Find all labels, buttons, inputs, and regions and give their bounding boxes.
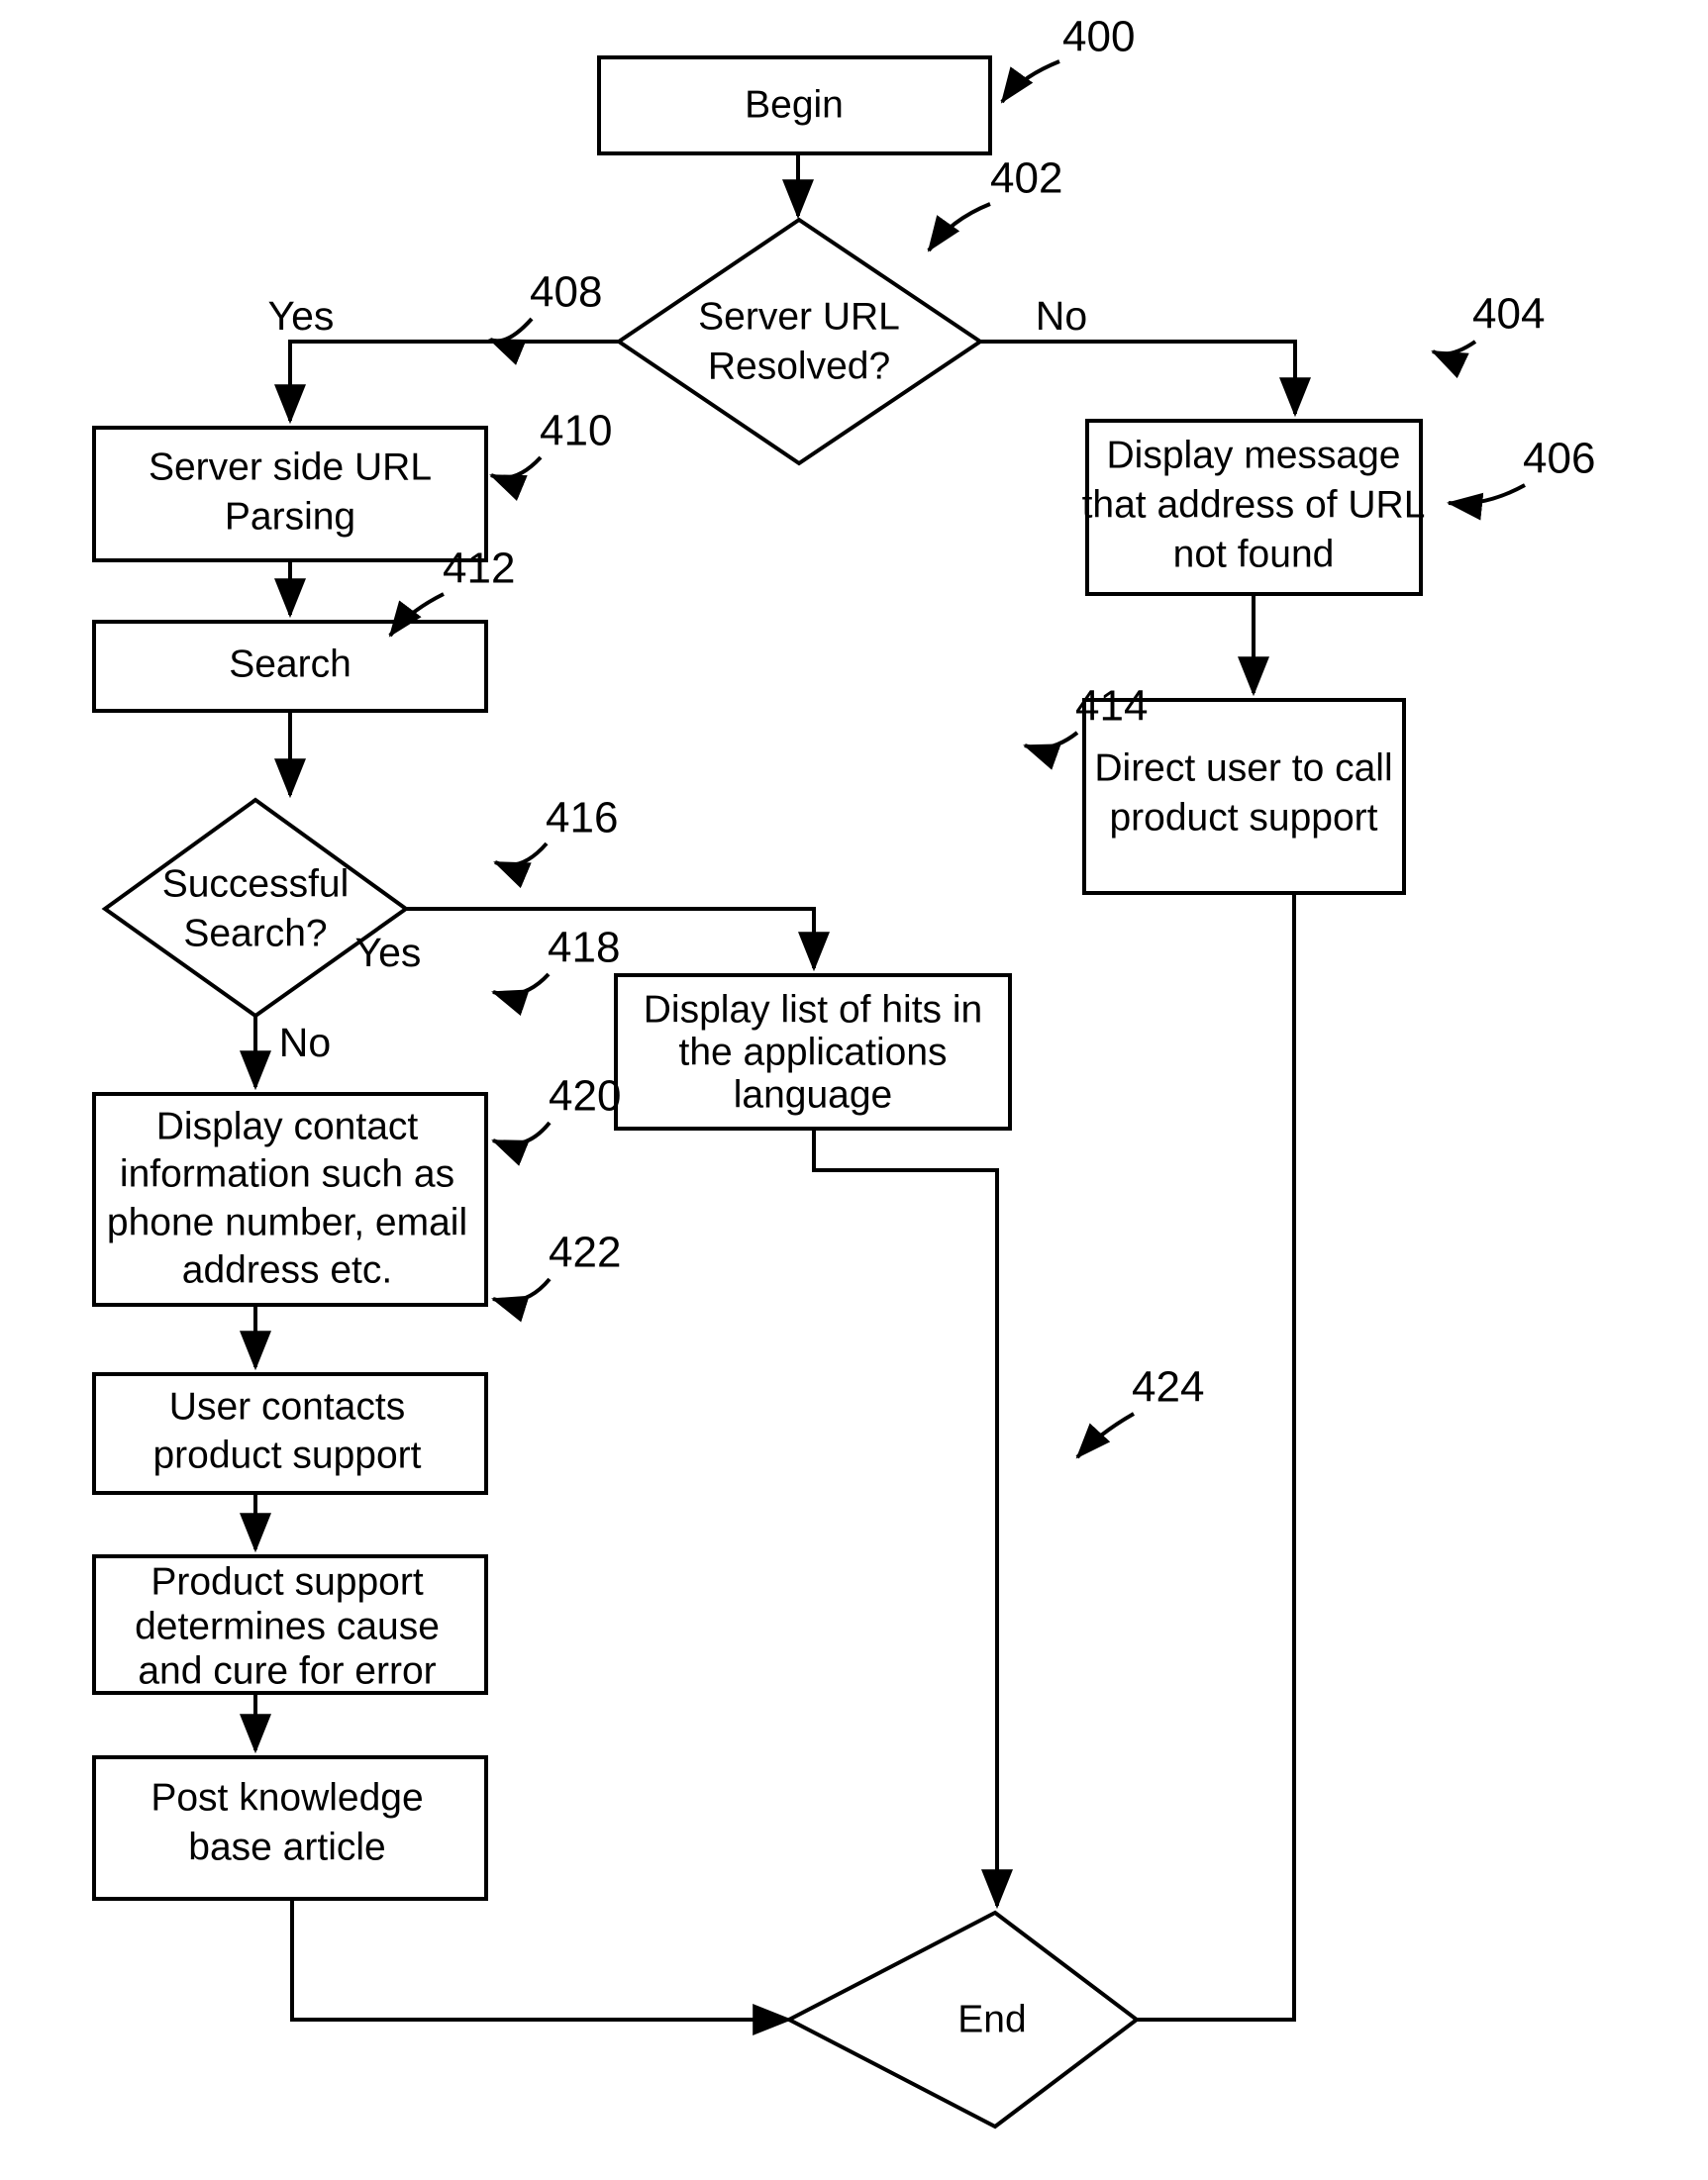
node-display-message-line1: Display message xyxy=(1107,434,1401,476)
node-display-contact-line3: phone number, email xyxy=(107,1201,467,1243)
connector-resolved-no-to-display-message xyxy=(980,340,1311,418)
node-product-support-line2: determines cause xyxy=(135,1605,440,1647)
node-server-url-resolved xyxy=(615,217,984,466)
leader-416 xyxy=(493,842,549,889)
node-server-url-resolved-label-line1: Server URL xyxy=(698,295,900,338)
branch-label-search-no: No xyxy=(279,1020,331,1065)
node-server-side-url-parsing-line2: Parsing xyxy=(225,495,355,538)
node-server-url-resolved-label-line2: Resolved? xyxy=(708,345,890,387)
node-display-contact-line4: address etc. xyxy=(182,1248,392,1291)
reference-numeral-416: 416 xyxy=(546,794,618,842)
reference-numeral-408: 408 xyxy=(530,268,602,317)
leader-410 xyxy=(489,455,543,501)
node-post-kb-line2: base article xyxy=(188,1826,385,1868)
node-display-hits-line2: the applications xyxy=(678,1031,947,1073)
node-successful-search-line1: Successful xyxy=(162,862,350,905)
figure-root: Begin Server URL Resolved? Display messa… xyxy=(0,0,1708,2180)
node-successful-search xyxy=(101,797,410,1019)
reference-numeral-422: 422 xyxy=(549,1229,621,1277)
leader-402 xyxy=(927,202,991,252)
reference-numeral-418: 418 xyxy=(548,924,620,972)
reference-numeral-406: 406 xyxy=(1523,435,1595,483)
node-direct-user-line2: product support xyxy=(1109,796,1377,839)
node-search-label: Search xyxy=(229,643,352,685)
leader-408 xyxy=(488,317,534,365)
node-display-contact-line2: information such as xyxy=(120,1152,454,1195)
leader-422 xyxy=(491,1277,552,1323)
node-display-hits-line1: Display list of hits in xyxy=(644,988,982,1031)
reference-numeral-404: 404 xyxy=(1472,290,1545,339)
leader-400 xyxy=(1000,59,1060,104)
branch-label-resolved-no: No xyxy=(1036,293,1087,339)
reference-numeral-420: 420 xyxy=(549,1072,621,1121)
node-server-side-url-parsing-line1: Server side URL xyxy=(149,446,432,488)
node-begin-label: Begin xyxy=(745,83,844,126)
node-product-support-line3: and cure for error xyxy=(138,1649,436,1692)
branch-label-search-yes: Yes xyxy=(355,930,422,975)
reference-numeral-424: 424 xyxy=(1132,1363,1204,1412)
node-display-message-line3: not found xyxy=(1173,533,1335,575)
leader-424 xyxy=(1075,1412,1135,1459)
reference-numeral-412: 412 xyxy=(443,545,515,593)
leader-404 xyxy=(1431,340,1477,379)
reference-numeral-400: 400 xyxy=(1062,13,1135,61)
node-display-contact-line1: Display contact xyxy=(156,1105,419,1147)
leader-420 xyxy=(491,1121,552,1166)
branch-label-resolved-yes: Yes xyxy=(268,293,335,339)
node-display-hits-line3: language xyxy=(734,1073,893,1116)
reference-numeral-410: 410 xyxy=(540,407,612,455)
leader-414 xyxy=(1023,731,1079,770)
node-successful-search-line2: Search? xyxy=(183,912,327,954)
leader-418 xyxy=(491,972,551,1017)
connector-display-hits-to-end xyxy=(812,1129,1013,1910)
node-post-kb-line1: Post knowledge xyxy=(151,1776,423,1819)
connector-post-kb-to-end xyxy=(290,1899,793,2035)
reference-numeral-402: 402 xyxy=(990,154,1062,203)
flowchart-diagram: Begin Server URL Resolved? Display messa… xyxy=(92,13,1595,2130)
node-product-support-line1: Product support xyxy=(151,1560,423,1603)
leader-406 xyxy=(1447,483,1526,521)
reference-numeral-414: 414 xyxy=(1075,682,1148,731)
connector-direct-user-to-end xyxy=(1073,893,1296,2035)
node-direct-user-line1: Direct user to call xyxy=(1094,746,1392,789)
node-user-contacts-line2: product support xyxy=(152,1434,421,1476)
node-end-label: End xyxy=(957,1998,1026,2040)
node-user-contacts-line1: User contacts xyxy=(169,1385,405,1428)
node-display-message-line2: that address of URL xyxy=(1082,483,1426,526)
